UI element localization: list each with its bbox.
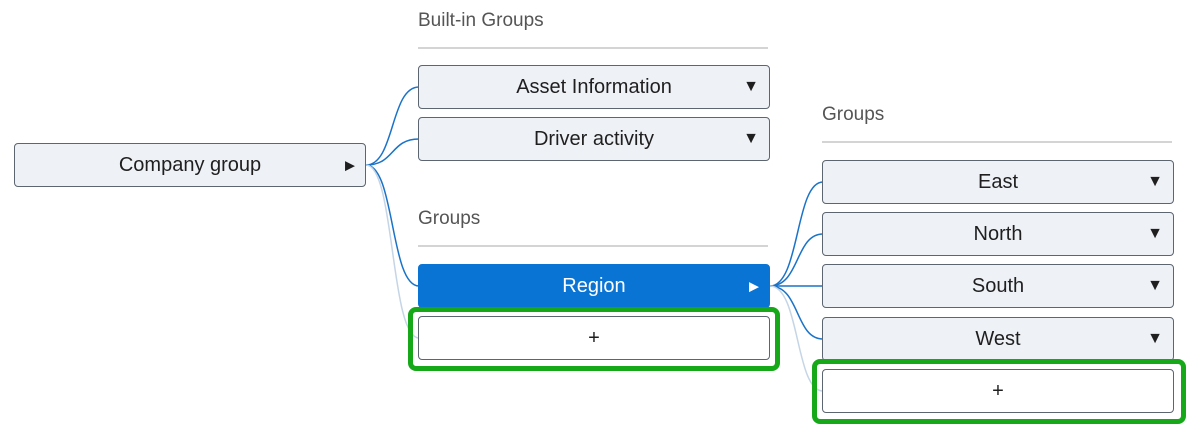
driver-activity-label: Driver activity [533,127,654,150]
chevron-down-icon[interactable]: ▼ [1147,331,1163,347]
region-node[interactable]: Region ▶ [418,264,770,308]
add-region-group-button[interactable]: + [822,369,1174,413]
chevron-down-icon[interactable]: ▼ [743,131,759,147]
east-label: East [977,170,1019,193]
connector-region-east [769,181,824,287]
groups-heading: Groups [418,198,768,247]
add-group-button[interactable]: + [418,316,770,360]
expand-right-icon[interactable]: ▶ [749,280,759,293]
chevron-down-icon[interactable]: ▼ [743,79,759,95]
east-node[interactable]: East ▼ [822,160,1174,204]
connector-root-asset [365,86,420,166]
chevron-down-icon[interactable]: ▼ [1147,226,1163,242]
builtin-groups-heading: Built-in Groups [418,0,768,49]
connector-root-driver [365,138,420,166]
add-region-group-label: + [992,379,1004,402]
north-node[interactable]: North ▼ [822,212,1174,256]
connector-region-north [769,233,824,287]
add-group-label: + [588,326,600,349]
driver-activity-node[interactable]: Driver activity ▼ [418,117,770,161]
asset-information-node[interactable]: Asset Information ▼ [418,65,770,109]
chevron-down-icon[interactable]: ▼ [1147,174,1163,190]
west-label: West [975,327,1021,350]
north-label: North [973,222,1023,245]
asset-information-label: Asset Information [516,75,672,98]
expand-right-icon[interactable]: ▶ [345,159,355,172]
chevron-down-icon[interactable]: ▼ [1147,278,1163,294]
region-groups-heading: Groups [822,94,1172,143]
company-group-node[interactable]: Company group ▶ [14,143,366,187]
company-group-label: Company group [118,153,262,176]
west-node[interactable]: West ▼ [822,317,1174,361]
south-label: South [971,274,1025,297]
connector-root-region [365,164,420,287]
region-label: Region [562,274,626,297]
south-node[interactable]: South ▼ [822,264,1174,308]
